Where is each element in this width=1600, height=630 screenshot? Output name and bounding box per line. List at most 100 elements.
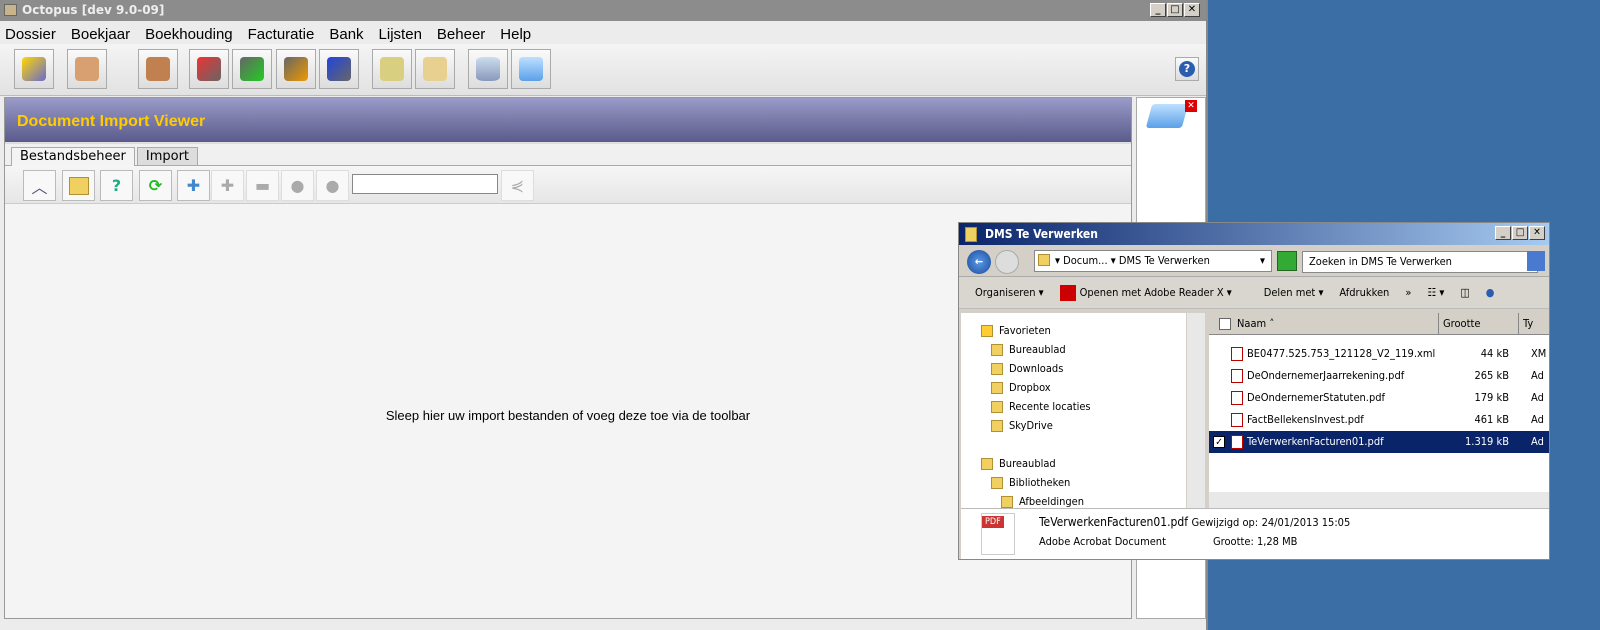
- row-checkbox[interactable]: [1213, 392, 1225, 404]
- tree-item[interactable]: Bureaublad: [961, 340, 1186, 359]
- select-all-checkbox[interactable]: [1219, 318, 1231, 330]
- help-link-button[interactable]: ?: [100, 170, 133, 201]
- filter-input[interactable]: [352, 174, 498, 194]
- tree-scrollbar[interactable]: [1187, 313, 1205, 508]
- navigation-tree: Favorieten Bureaublad Downloads Dropbox Rece…: [961, 313, 1186, 508]
- menu-bank[interactable]: Bank: [329, 21, 363, 44]
- tree-item[interactable]: Recente locaties: [961, 397, 1186, 416]
- tree-item-label: Dropbox: [1009, 381, 1051, 394]
- journal-transfer-button[interactable]: [319, 49, 359, 89]
- journal-dollar-button[interactable]: [276, 49, 316, 89]
- journal-export-button[interactable]: [232, 49, 272, 89]
- tab-bestandsbeheer[interactable]: Bestandsbeheer: [11, 147, 135, 167]
- horizontal-scrollbar[interactable]: [1209, 492, 1549, 508]
- folder-icon: [965, 227, 977, 242]
- row-checkbox[interactable]: [1213, 348, 1225, 360]
- back-button[interactable]: ←: [967, 250, 991, 274]
- menu-lijsten[interactable]: Lijsten: [379, 21, 422, 44]
- row-checkbox[interactable]: ✓: [1213, 436, 1225, 448]
- link-question-icon: ?: [111, 176, 122, 195]
- journal-import-button[interactable]: [189, 49, 229, 89]
- address-bar: ← ▾ Docum... ▾ DMS Te Verwerken ▾ Zoeken…: [959, 245, 1549, 277]
- detail-size-label: Grootte:: [1213, 535, 1254, 548]
- organize-button[interactable]: Organiseren ▾: [975, 277, 1044, 308]
- close-button[interactable]: ✕: [1184, 3, 1200, 17]
- cabinet-button[interactable]: [67, 49, 107, 89]
- command-bar: Organiseren ▾ Openen met Adobe Reader X …: [959, 277, 1549, 309]
- breadcrumb-dms[interactable]: DMS Te Verwerken: [1119, 254, 1210, 267]
- viewer-toolbar: ︿ ? ⟳ ✚ ✚ ▬ ● ● ⋞: [5, 166, 1131, 204]
- tree-item[interactable]: Bureaublad: [961, 454, 1186, 473]
- add-multiple-button[interactable]: ✚: [177, 170, 210, 201]
- add-button[interactable]: ✚: [211, 170, 244, 201]
- move-down-button[interactable]: ●: [281, 170, 314, 201]
- tray-icon[interactable]: [1145, 104, 1189, 128]
- file-name: BE0477.525.753_121128_V2_119.xml: [1247, 347, 1436, 360]
- column-grootte[interactable]: Grootte: [1439, 313, 1519, 334]
- menu-boekjaar[interactable]: Boekjaar: [71, 21, 130, 44]
- row-checkbox[interactable]: [1213, 370, 1225, 382]
- open-with-button[interactable]: Openen met Adobe Reader X ▾: [1059, 277, 1248, 308]
- tree-item[interactable]: Downloads: [961, 359, 1186, 378]
- card-box-button[interactable]: [138, 49, 178, 89]
- pdf-file-icon: PDF: [981, 513, 1015, 555]
- file-row[interactable]: DeOndernemerStatuten.pdf 179 kB Ad: [1209, 387, 1549, 409]
- forward-button[interactable]: [995, 250, 1019, 274]
- refresh-icon[interactable]: [1277, 251, 1297, 271]
- minimize-button[interactable]: _: [1150, 3, 1166, 17]
- tree-item[interactable]: SkyDrive: [961, 416, 1186, 435]
- menu-beheer[interactable]: Beheer: [437, 21, 485, 44]
- close-panel-icon[interactable]: ✕: [1185, 100, 1197, 112]
- move-up-button[interactable]: ●: [316, 170, 349, 201]
- folder-icon: [1001, 496, 1013, 508]
- new-dossier-icon: [22, 57, 46, 81]
- tray-button[interactable]: [511, 49, 551, 89]
- preview-pane-icon[interactable]: ◫: [1460, 277, 1469, 308]
- edit-document-button[interactable]: [372, 49, 412, 89]
- file-name: DeOndernemerJaarrekening.pdf: [1247, 369, 1405, 382]
- refresh-button[interactable]: ⟳: [139, 170, 172, 201]
- search-input[interactable]: Zoeken in DMS Te Verwerken: [1302, 251, 1538, 273]
- column-naam[interactable]: Naam ˄: [1209, 313, 1439, 334]
- database-button[interactable]: [468, 49, 508, 89]
- new-dossier-button[interactable]: [14, 49, 54, 89]
- file-row[interactable]: ✓ TeVerwerkenFacturen01.pdf 1.319 kB Ad: [1209, 431, 1549, 453]
- chevron-down-icon[interactable]: ▾: [1260, 251, 1265, 271]
- more-button[interactable]: »: [1405, 277, 1411, 308]
- share-button[interactable]: ⋞: [501, 170, 534, 201]
- file-row[interactable]: DeOndernemerJaarrekening.pdf 265 kB Ad: [1209, 365, 1549, 387]
- column-type[interactable]: Ty: [1519, 313, 1533, 334]
- print-button[interactable]: Afdrukken: [1339, 277, 1389, 308]
- tree-item-label: Bibliotheken: [1009, 476, 1071, 489]
- tree-item[interactable]: Dropbox: [961, 378, 1186, 397]
- cabinet-icon: [75, 57, 99, 81]
- file-row[interactable]: FactBellekensInvest.pdf 461 kB Ad: [1209, 409, 1549, 431]
- breadcrumb[interactable]: ▾ Docum... ▾ DMS Te Verwerken ▾: [1034, 250, 1272, 272]
- maximize-button[interactable]: □: [1512, 226, 1528, 240]
- tree-item-label: Favorieten: [999, 324, 1051, 337]
- tree-item[interactable]: Bibliotheken: [961, 473, 1186, 492]
- file-row[interactable]: BE0477.525.753_121128_V2_119.xml 44 kB X…: [1209, 343, 1549, 365]
- menu-dossier[interactable]: Dossier: [5, 21, 56, 44]
- remove-button[interactable]: ▬: [246, 170, 279, 201]
- minimize-button[interactable]: _: [1495, 226, 1511, 240]
- close-button[interactable]: ✕: [1529, 226, 1545, 240]
- row-checkbox[interactable]: [1213, 414, 1225, 426]
- help-button[interactable]: ?: [1175, 57, 1199, 81]
- help-icon[interactable]: ●: [1486, 277, 1495, 308]
- share-with-button[interactable]: Delen met ▾: [1264, 277, 1324, 308]
- menu-boekhouding[interactable]: Boekhouding: [145, 21, 233, 44]
- menu-help[interactable]: Help: [500, 21, 531, 44]
- up-button[interactable]: ︿: [23, 170, 56, 201]
- breadcrumb-documents[interactable]: Docum...: [1063, 254, 1107, 267]
- documents-folder-button[interactable]: [415, 49, 455, 89]
- open-folder-button[interactable]: [62, 170, 95, 201]
- detail-kind: Adobe Acrobat Document: [1039, 535, 1166, 548]
- view-options-icon[interactable]: ☷ ▾: [1427, 277, 1444, 308]
- tree-item[interactable]: Favorieten: [961, 321, 1186, 340]
- search-icon[interactable]: [1527, 251, 1545, 271]
- maximize-button[interactable]: □: [1167, 3, 1183, 17]
- tab-import[interactable]: Import: [136, 147, 199, 165]
- pdf-file-icon: [1231, 435, 1243, 449]
- menu-facturatie[interactable]: Facturatie: [248, 21, 315, 44]
